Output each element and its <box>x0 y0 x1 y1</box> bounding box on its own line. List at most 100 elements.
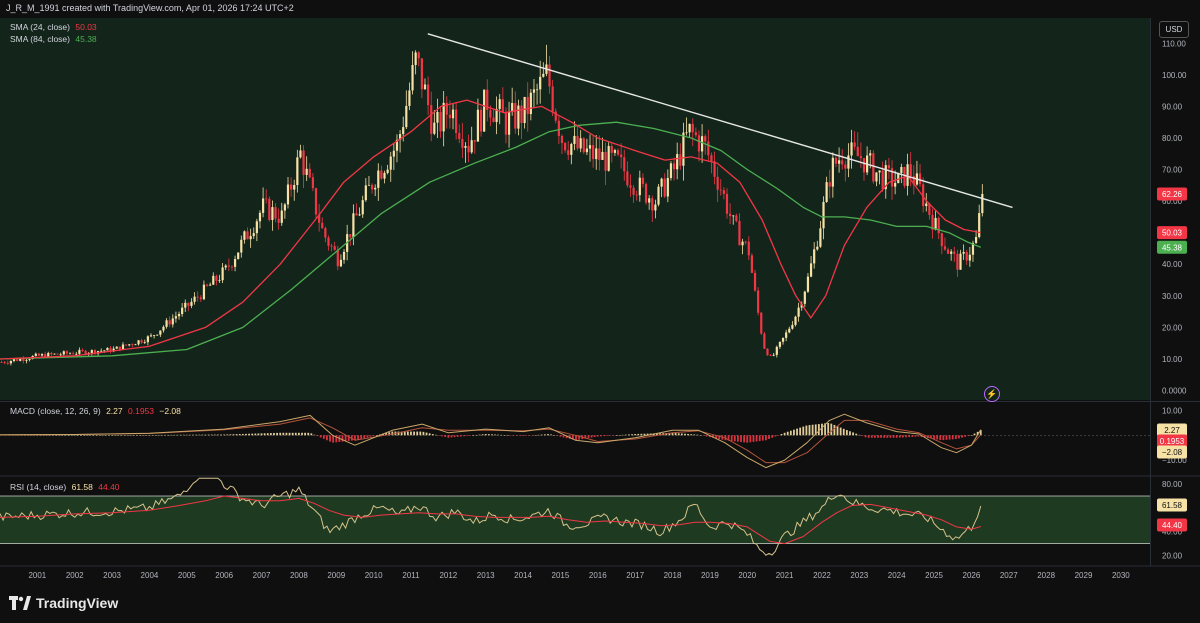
candle-down <box>592 145 595 160</box>
candle-up <box>978 213 981 237</box>
macd-histogram-bar <box>416 431 419 436</box>
macd-histogram-bar <box>185 434 188 436</box>
candle-up <box>669 163 673 178</box>
macd-histogram-bar <box>637 433 640 436</box>
macd-histogram-bar <box>139 435 142 436</box>
main-pane-background <box>0 18 1150 400</box>
macd-histogram-bar <box>830 423 833 436</box>
candle-down <box>65 351 69 354</box>
macd-histogram-bar <box>86 435 89 436</box>
macd-histogram-bar <box>254 433 257 436</box>
macd-histogram-bar <box>238 434 241 436</box>
candle-up <box>638 177 641 196</box>
macd-histogram-bar <box>204 434 207 436</box>
macd-histogram-bar <box>799 427 802 436</box>
macd-histogram-bar <box>958 435 960 439</box>
macd-histogram-bar <box>375 435 378 436</box>
macd-histogram-bar <box>736 435 739 442</box>
candle-up <box>389 156 392 170</box>
macd-histogram-bar <box>469 435 472 436</box>
candle-down <box>616 150 620 155</box>
candle-up <box>361 200 364 215</box>
macd-histogram-bar <box>967 435 970 437</box>
sma24-legend[interactable]: SMA (24, close) 50.03 <box>10 22 97 32</box>
macd-histogram-bar <box>917 435 920 437</box>
rsi-band-fill <box>0 496 1150 544</box>
macd-histogram-bar <box>519 435 521 436</box>
x-tick-label: 2013 <box>477 571 495 580</box>
macd-histogram-bar <box>223 434 226 436</box>
candle-down <box>766 348 769 356</box>
macd-histogram-bar <box>503 435 506 436</box>
candle-up <box>106 347 109 351</box>
candle-up <box>906 164 909 186</box>
macd-histogram-bar <box>634 434 637 436</box>
candle-up <box>233 259 237 267</box>
macd-histogram-bar <box>690 434 693 436</box>
candle-down <box>744 241 747 243</box>
candle-up <box>968 254 971 261</box>
macd-histogram-bar <box>898 435 901 438</box>
macd-histogram-bar <box>749 435 752 443</box>
macd-histogram-bar <box>310 433 313 436</box>
macd-histogram-bar <box>45 435 48 436</box>
candle-up <box>159 330 162 335</box>
candle-up <box>59 354 62 356</box>
candle-up <box>146 336 149 343</box>
macd-histogram-bar <box>195 434 198 436</box>
candle-down <box>943 246 947 250</box>
macd-histogram-bar <box>329 435 331 442</box>
macd-histogram-bar <box>322 435 325 439</box>
candle-up <box>121 344 125 350</box>
macd-histogram-bar <box>914 435 917 437</box>
macd-histogram-bar <box>559 435 562 437</box>
macd-histogram-bar <box>154 434 157 436</box>
macd-badge: 2.27 <box>1164 426 1180 435</box>
macd-histogram-bar <box>245 433 247 436</box>
candle-down <box>582 138 585 153</box>
candle-down <box>501 99 504 113</box>
sma84-legend[interactable]: SMA (84, close) 45.38 <box>10 34 97 44</box>
candle-up <box>483 89 486 132</box>
macd-histogram-bar <box>453 435 456 438</box>
y-tick-label: 80.00 <box>1162 134 1183 143</box>
y-tick-label: 20.00 <box>1162 323 1183 332</box>
lightning-icon[interactable]: ⚡ <box>984 386 1000 402</box>
candle-down <box>679 154 682 166</box>
macd-histogram-bar <box>497 434 500 436</box>
rsi-legend[interactable]: RSI (14, close) 61.58 44.40 <box>10 482 120 492</box>
macd-histogram-bar <box>484 434 487 436</box>
macd-histogram-bar <box>494 434 496 436</box>
macd-histogram-bar <box>229 434 232 436</box>
macd-histogram-bar <box>761 435 764 441</box>
candle-up <box>588 145 592 149</box>
candle-up <box>822 201 825 229</box>
macd-histogram-bar <box>786 431 789 436</box>
candle-down <box>722 190 725 194</box>
macd-histogram-bar <box>76 435 79 436</box>
candle-up <box>442 102 445 132</box>
macd-histogram-bar <box>406 431 409 436</box>
candle-down <box>672 163 676 170</box>
tradingview-brand[interactable]: TradingView <box>9 595 118 611</box>
candle-up <box>685 132 688 134</box>
candle-up <box>75 353 78 355</box>
macd-histogram-bar <box>136 435 138 436</box>
candle-up <box>212 275 215 285</box>
macd-histogram-bar <box>951 435 954 440</box>
candle-up <box>595 148 598 160</box>
candle-up <box>181 307 184 315</box>
macd-histogram-bar <box>241 433 244 436</box>
candle-down <box>336 249 339 267</box>
macd-histogram-bar <box>705 435 708 437</box>
candle-up <box>816 246 819 250</box>
currency-button[interactable]: USD <box>1159 21 1189 38</box>
candle-down <box>769 355 772 356</box>
candle-up <box>40 354 44 356</box>
macd-histogram-bar <box>297 432 300 436</box>
macd-histogram-bar <box>52 435 54 436</box>
candle-up <box>900 167 903 173</box>
x-tick-label: 2020 <box>738 571 756 580</box>
macd-legend[interactable]: MACD (close, 12, 26, 9) 2.27 0.1953 −2.0… <box>10 406 181 416</box>
x-tick-label: 2005 <box>178 571 196 580</box>
